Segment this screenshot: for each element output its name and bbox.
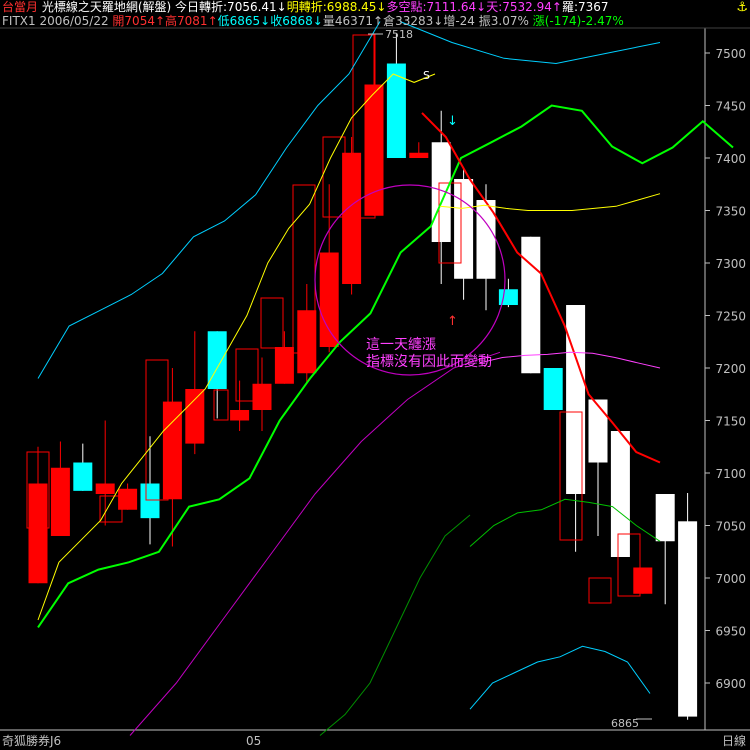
candle-body xyxy=(118,488,138,510)
y-tick-label: 7100 xyxy=(715,467,746,481)
h1-segment-3: 明轉折:6988.45↓ xyxy=(286,0,387,14)
candle-body xyxy=(319,252,339,348)
indicator-line xyxy=(469,498,661,547)
candle-body xyxy=(230,410,250,421)
candle-body xyxy=(185,389,205,444)
candle-outline xyxy=(322,136,346,218)
footer-month-label: 05 xyxy=(246,734,262,748)
h1-segment-5: 天:7532.94↑ xyxy=(486,0,562,14)
candle-body xyxy=(252,383,272,411)
y-tick-label: 7150 xyxy=(715,415,746,429)
candle-body xyxy=(543,368,563,411)
candle-body xyxy=(140,483,160,519)
min-price-label: 6865 xyxy=(611,717,639,730)
down-arrow-icon: ↓ xyxy=(447,114,458,129)
h2-segment-0: FITX1 2006/05/22 xyxy=(2,14,113,28)
candle-body xyxy=(95,483,115,495)
candle-body xyxy=(521,236,541,374)
candle-outline xyxy=(213,389,229,421)
candle-body xyxy=(50,467,70,537)
candle-body xyxy=(364,84,384,216)
note-text: 指標沒有因此而變動 xyxy=(366,353,492,370)
indicator-line xyxy=(319,514,471,736)
candle-body xyxy=(297,310,317,374)
candle-body xyxy=(655,494,675,542)
h2-segment-2: 高7081↑ xyxy=(165,14,218,28)
candle-body xyxy=(162,401,182,500)
h1-segment-2: 今日轉折:7056.41↓ xyxy=(175,0,287,14)
candle-body xyxy=(431,142,451,243)
candle-body xyxy=(274,347,294,384)
y-tick-label: 7000 xyxy=(715,572,746,586)
h1-segment-0: 台當月 xyxy=(2,0,39,14)
candle-body xyxy=(409,152,429,159)
candle-outline xyxy=(260,297,284,349)
y-tick-label: 7300 xyxy=(715,257,746,271)
up-arrow-icon: ↑ xyxy=(447,314,458,329)
candle-body xyxy=(454,179,474,279)
candle-outline xyxy=(588,577,612,604)
y-tick-label: 7050 xyxy=(715,520,746,534)
candle-body xyxy=(588,399,608,463)
candlestick-chart: 6900 6950 7000 7050 7100 7150 7200 7250 7300 7350… xyxy=(0,21,750,736)
candle-body xyxy=(633,567,653,594)
candle-body xyxy=(678,521,698,717)
y-tick-label: 6900 xyxy=(715,677,746,691)
candle-body xyxy=(610,431,630,558)
y-tick-label: 7250 xyxy=(715,310,746,324)
footer-period[interactable]: 日線 xyxy=(722,734,746,748)
candle-body xyxy=(28,483,48,584)
y-tick-label: 7500 xyxy=(715,47,746,61)
h2-segment-3: 低6865↓ xyxy=(217,14,271,28)
max-price-label: 7518 xyxy=(385,28,413,41)
h2-segment-5: 量46371↑ xyxy=(322,14,384,28)
y-tick-label: 7200 xyxy=(715,362,746,376)
y-tick-label: 7450 xyxy=(715,100,746,114)
h1-segment-1: 光標線之天羅地網(解盤) xyxy=(38,0,176,14)
candle-body xyxy=(73,462,93,491)
y-tick-label: 6950 xyxy=(715,625,746,639)
h1-segment-4: 多空點:7111.64↓ xyxy=(386,0,487,14)
note-text: 這一天纏漲 xyxy=(366,336,436,353)
footer-brand: 奇狐勝券J6 xyxy=(2,734,62,748)
y-tick-label: 7400 xyxy=(715,152,746,166)
y-tick-label: 7350 xyxy=(715,205,746,219)
header-row-2: FITX1 2006/05/22 開7054↑高7081↑低6865↓收6868… xyxy=(2,14,624,28)
h2-segment-8: 振3.07% xyxy=(478,14,533,28)
h2-segment-4: 收6868↓ xyxy=(270,14,323,28)
header-row-1: 台當月 光標線之天羅地網(解盤) 今日轉折:7056.41↓明轉折:6988.4… xyxy=(2,0,609,14)
h2-segment-7: 增-24 xyxy=(443,14,479,28)
h2-segment-1: 開7054↑ xyxy=(112,14,166,28)
h2-segment-9: 漲(-174)-2.47% xyxy=(532,14,624,28)
h1-segment-6: 羅:7367 xyxy=(561,0,609,14)
s-signal-label: S xyxy=(423,69,430,82)
indicator-line xyxy=(469,645,651,710)
anchor-icon[interactable]: ⚓ xyxy=(736,0,748,15)
h2-segment-6: 倉33283↓ xyxy=(383,14,444,28)
